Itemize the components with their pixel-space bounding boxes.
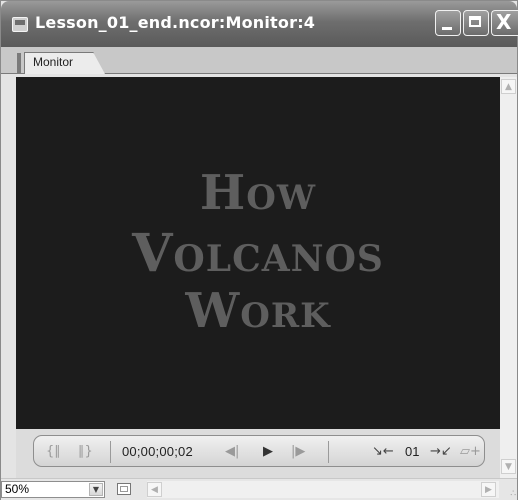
close-button[interactable]: X (491, 10, 518, 36)
resize-grip-icon[interactable]: ∴ (510, 489, 516, 499)
zoom-select[interactable]: 50% ▼ (1, 481, 105, 498)
vertical-scrollbar[interactable]: ▲ ▼ (500, 77, 517, 478)
separator (328, 441, 329, 463)
monitor-preview[interactable]: How Volcanos Work (16, 77, 500, 429)
window-title: Lesson_01_end.ncor:Monitor:4 (35, 13, 316, 32)
step-back-icon[interactable]: ◀| (225, 444, 239, 459)
scroll-down-icon[interactable]: ▼ (501, 459, 516, 474)
zoom-value: 50% (5, 482, 30, 496)
window-icon (12, 17, 28, 32)
mark-in-icon[interactable]: {∥ (46, 444, 61, 459)
scroll-left-icon[interactable]: ◀ (147, 482, 162, 497)
playback-controller: {∥ ∥} 00;00;00;02 ◀| ▶ |▶ ↘← 01 →↙ ▱+ (16, 429, 500, 478)
controller-pill: {∥ ∥} 00;00;00;02 ◀| ▶ |▶ ↘← 01 →↙ ▱+ (33, 435, 485, 467)
close-icon: X (496, 10, 512, 34)
separator (110, 441, 111, 463)
go-to-in-icon[interactable]: ↘← (372, 444, 394, 459)
timecode-display[interactable]: 00;00;00;02 (122, 444, 193, 459)
monitor-window: Lesson_01_end.ncor:Monitor:4 X Monitor H… (0, 0, 518, 500)
title-bar[interactable]: Lesson_01_end.ncor:Monitor:4 X (1, 1, 518, 47)
tab-monitor[interactable]: Monitor (24, 52, 105, 74)
title-line-1: How (199, 165, 317, 221)
chevron-down-icon[interactable]: ▼ (89, 483, 103, 496)
safe-area-icon[interactable] (117, 483, 131, 495)
add-marker-icon[interactable]: ▱+ (460, 444, 481, 459)
horizontal-scrollbar[interactable]: ◀ ▶ (147, 481, 499, 498)
tab-strip: Monitor (1, 47, 517, 74)
scroll-right-icon[interactable]: ▶ (481, 482, 496, 497)
mark-out-icon[interactable]: ∥} (78, 444, 93, 459)
minimize-button[interactable] (435, 10, 461, 36)
tab-grip-icon[interactable] (17, 53, 21, 73)
scroll-up-icon[interactable]: ▲ (501, 79, 516, 94)
step-forward-icon[interactable]: |▶ (291, 444, 305, 459)
tab-label: Monitor (33, 55, 74, 69)
maximize-button[interactable] (463, 10, 489, 36)
title-line-3: Work (185, 283, 331, 339)
go-to-out-icon[interactable]: →↙ (430, 444, 452, 459)
title-graphic: How Volcanos Work (16, 77, 500, 429)
play-icon[interactable]: ▶ (263, 444, 273, 459)
status-bar: 50% ▼ ◀ ▶ ∴ (1, 478, 517, 500)
title-line-2: Volcanos (132, 223, 384, 284)
clip-number: 01 (405, 444, 420, 459)
